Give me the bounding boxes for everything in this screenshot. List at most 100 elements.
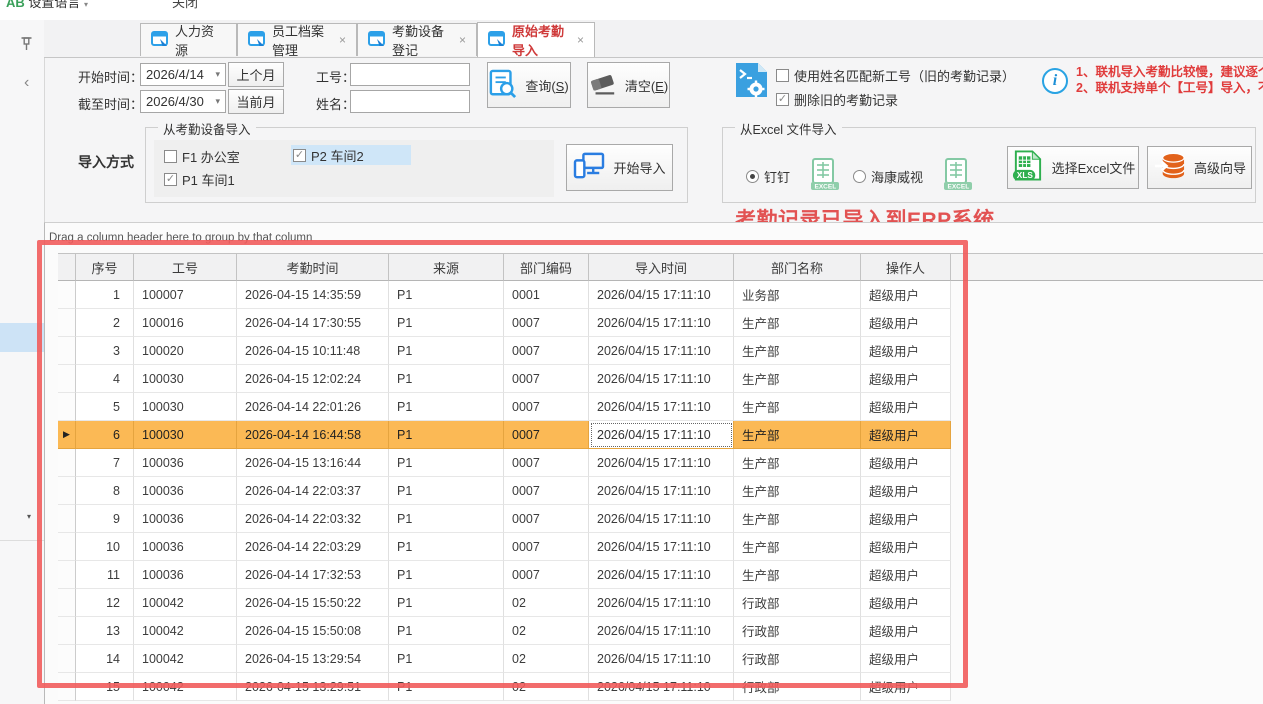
table-cell[interactable]: 超级用户 (861, 281, 951, 309)
table-cell[interactable]: 02 (504, 673, 589, 701)
table-cell[interactable]: 2026-04-15 15:50:22 (237, 589, 389, 617)
table-cell[interactable]: 超级用户 (861, 309, 951, 337)
table-cell[interactable]: 生产部 (734, 477, 861, 505)
table-row[interactable]: 51000302026-04-14 22:01:26P100072026/04/… (58, 393, 1263, 421)
table-cell[interactable]: 2026/04/15 17:11:10 (589, 365, 734, 393)
name-input[interactable] (350, 90, 470, 113)
table-row[interactable]: 31000202026-04-15 10:11:48P100072026/04/… (58, 337, 1263, 365)
table-cell[interactable]: 2026-04-14 17:32:53 (237, 561, 389, 589)
table-cell[interactable]: 2026-04-15 12:02:24 (237, 365, 389, 393)
tab-考勤设备登记[interactable]: 考勤设备登记× (357, 23, 477, 56)
table-cell[interactable]: 2026-04-14 22:01:26 (237, 393, 389, 421)
pin-icon[interactable] (20, 36, 33, 56)
table-cell[interactable]: 生产部 (734, 449, 861, 477)
table-cell[interactable]: P1 (389, 365, 504, 393)
table-cell[interactable]: 2026/04/15 17:11:10 (589, 309, 734, 337)
end-date-picker[interactable]: 2026/4/30 ▾ (140, 90, 226, 113)
column-header-工号[interactable]: 工号 (134, 253, 237, 281)
table-cell[interactable]: 超级用户 (861, 505, 951, 533)
table-cell[interactable]: 2026/04/15 17:11:10 (589, 673, 734, 701)
table-cell[interactable]: 超级用户 (861, 533, 951, 561)
table-cell[interactable]: 2026-04-15 15:50:08 (237, 617, 389, 645)
table-cell[interactable]: 超级用户 (861, 421, 951, 449)
table-cell[interactable]: 生产部 (734, 393, 861, 421)
table-cell[interactable]: 2026/04/15 17:11:10 (589, 393, 734, 421)
table-cell[interactable]: 100020 (134, 337, 237, 365)
table-cell[interactable]: 0007 (504, 477, 589, 505)
table-cell[interactable]: 2026-04-15 13:29:54 (237, 645, 389, 673)
table-row[interactable]: 81000362026-04-14 22:03:37P100072026/04/… (58, 477, 1263, 505)
table-row[interactable]: 41000302026-04-15 12:02:24P100072026/04/… (58, 365, 1263, 393)
table-cell[interactable]: 生产部 (734, 533, 861, 561)
table-cell[interactable]: 11 (76, 561, 134, 589)
table-cell[interactable]: 超级用户 (861, 393, 951, 421)
table-row[interactable]: 71000362026-04-15 13:16:44P100072026/04/… (58, 449, 1263, 477)
table-row[interactable]: 141000422026-04-15 13:29:54P1022026/04/1… (58, 645, 1263, 673)
table-cell[interactable]: 超级用户 (861, 617, 951, 645)
table-cell[interactable]: P1 (389, 477, 504, 505)
table-cell[interactable]: 行政部 (734, 617, 861, 645)
table-cell[interactable]: 14 (76, 645, 134, 673)
table-cell[interactable]: 100036 (134, 477, 237, 505)
table-cell[interactable]: 4 (76, 365, 134, 393)
table-cell[interactable]: P1 (389, 393, 504, 421)
expand-arrow-icon[interactable]: ▾ (27, 512, 31, 521)
start-date-picker[interactable]: 2026/4/14 ▾ (140, 63, 226, 86)
table-cell[interactable]: 0001 (504, 281, 589, 309)
table-cell[interactable]: 02 (504, 589, 589, 617)
table-cell[interactable]: 100030 (134, 365, 237, 393)
table-cell[interactable]: P1 (389, 505, 504, 533)
table-cell[interactable]: 5 (76, 393, 134, 421)
current-month-button[interactable]: 当前月 (228, 89, 284, 114)
table-cell[interactable]: 100036 (134, 449, 237, 477)
table-cell[interactable]: 行政部 (734, 645, 861, 673)
table-cell[interactable]: 2026/04/15 17:11:10 (589, 337, 734, 365)
table-cell[interactable]: 2026-04-14 22:03:29 (237, 533, 389, 561)
table-cell[interactable]: 100016 (134, 309, 237, 337)
table-cell[interactable]: 2026-04-14 22:03:37 (237, 477, 389, 505)
collapse-chevron-icon[interactable]: ‹ (24, 76, 29, 90)
table-cell[interactable]: 100036 (134, 505, 237, 533)
table-row[interactable]: 21000162026-04-14 17:30:55P100072026/04/… (58, 309, 1263, 337)
table-cell[interactable]: 10 (76, 533, 134, 561)
table-cell[interactable]: 超级用户 (861, 589, 951, 617)
column-header-考勤时间[interactable]: 考勤时间 (237, 253, 389, 281)
table-cell[interactable]: 0007 (504, 337, 589, 365)
table-cell[interactable]: 2026/04/15 17:11:10 (589, 561, 734, 589)
query-button[interactable]: 查询(S) (487, 62, 571, 108)
start-import-button[interactable]: 开始导入 (566, 144, 673, 191)
column-header-操作人[interactable]: 操作人 (861, 253, 951, 281)
table-cell[interactable]: P1 (389, 449, 504, 477)
table-cell[interactable]: 行政部 (734, 589, 861, 617)
table-cell[interactable]: 0007 (504, 365, 589, 393)
tab-人力资源[interactable]: 人力资源 (140, 23, 237, 56)
device-checkbox-P1 车间1[interactable]: ✓P1 车间1 (164, 170, 235, 189)
table-row[interactable]: 151000422026-04-15 13:29:51P1022026/04/1… (58, 673, 1263, 701)
close-icon[interactable]: × (459, 33, 466, 47)
table-cell[interactable]: 02 (504, 617, 589, 645)
column-header-部门名称[interactable]: 部门名称 (734, 253, 861, 281)
table-cell[interactable]: P1 (389, 561, 504, 589)
table-row[interactable]: 111000362026-04-14 17:32:53P100072026/04… (58, 561, 1263, 589)
table-cell[interactable]: 超级用户 (861, 561, 951, 589)
table-cell[interactable]: P1 (389, 421, 504, 449)
table-cell[interactable]: 2026/04/15 17:11:10 (589, 281, 734, 309)
table-cell[interactable]: 6 (76, 421, 134, 449)
table-cell[interactable]: P1 (389, 645, 504, 673)
table-cell[interactable]: 15 (76, 673, 134, 701)
table-cell[interactable]: 生产部 (734, 505, 861, 533)
table-cell[interactable]: 超级用户 (861, 365, 951, 393)
table-cell[interactable]: 2026-04-15 13:16:44 (237, 449, 389, 477)
table-cell[interactable]: 3 (76, 337, 134, 365)
table-cell[interactable]: 生产部 (734, 309, 861, 337)
table-cell[interactable]: 12 (76, 589, 134, 617)
table-row[interactable]: 91000362026-04-14 22:03:32P100072026/04/… (58, 505, 1263, 533)
emp-no-input[interactable] (350, 63, 470, 86)
device-checkbox-P2 车间2[interactable]: ✓P2 车间2 (291, 145, 411, 165)
table-cell[interactable]: 2026/04/15 17:11:10 (589, 449, 734, 477)
close-icon[interactable]: × (577, 33, 584, 47)
table-cell[interactable]: 8 (76, 477, 134, 505)
table-cell[interactable]: 0007 (504, 561, 589, 589)
table-cell[interactable]: P1 (389, 617, 504, 645)
table-cell[interactable]: 2026-04-15 14:35:59 (237, 281, 389, 309)
